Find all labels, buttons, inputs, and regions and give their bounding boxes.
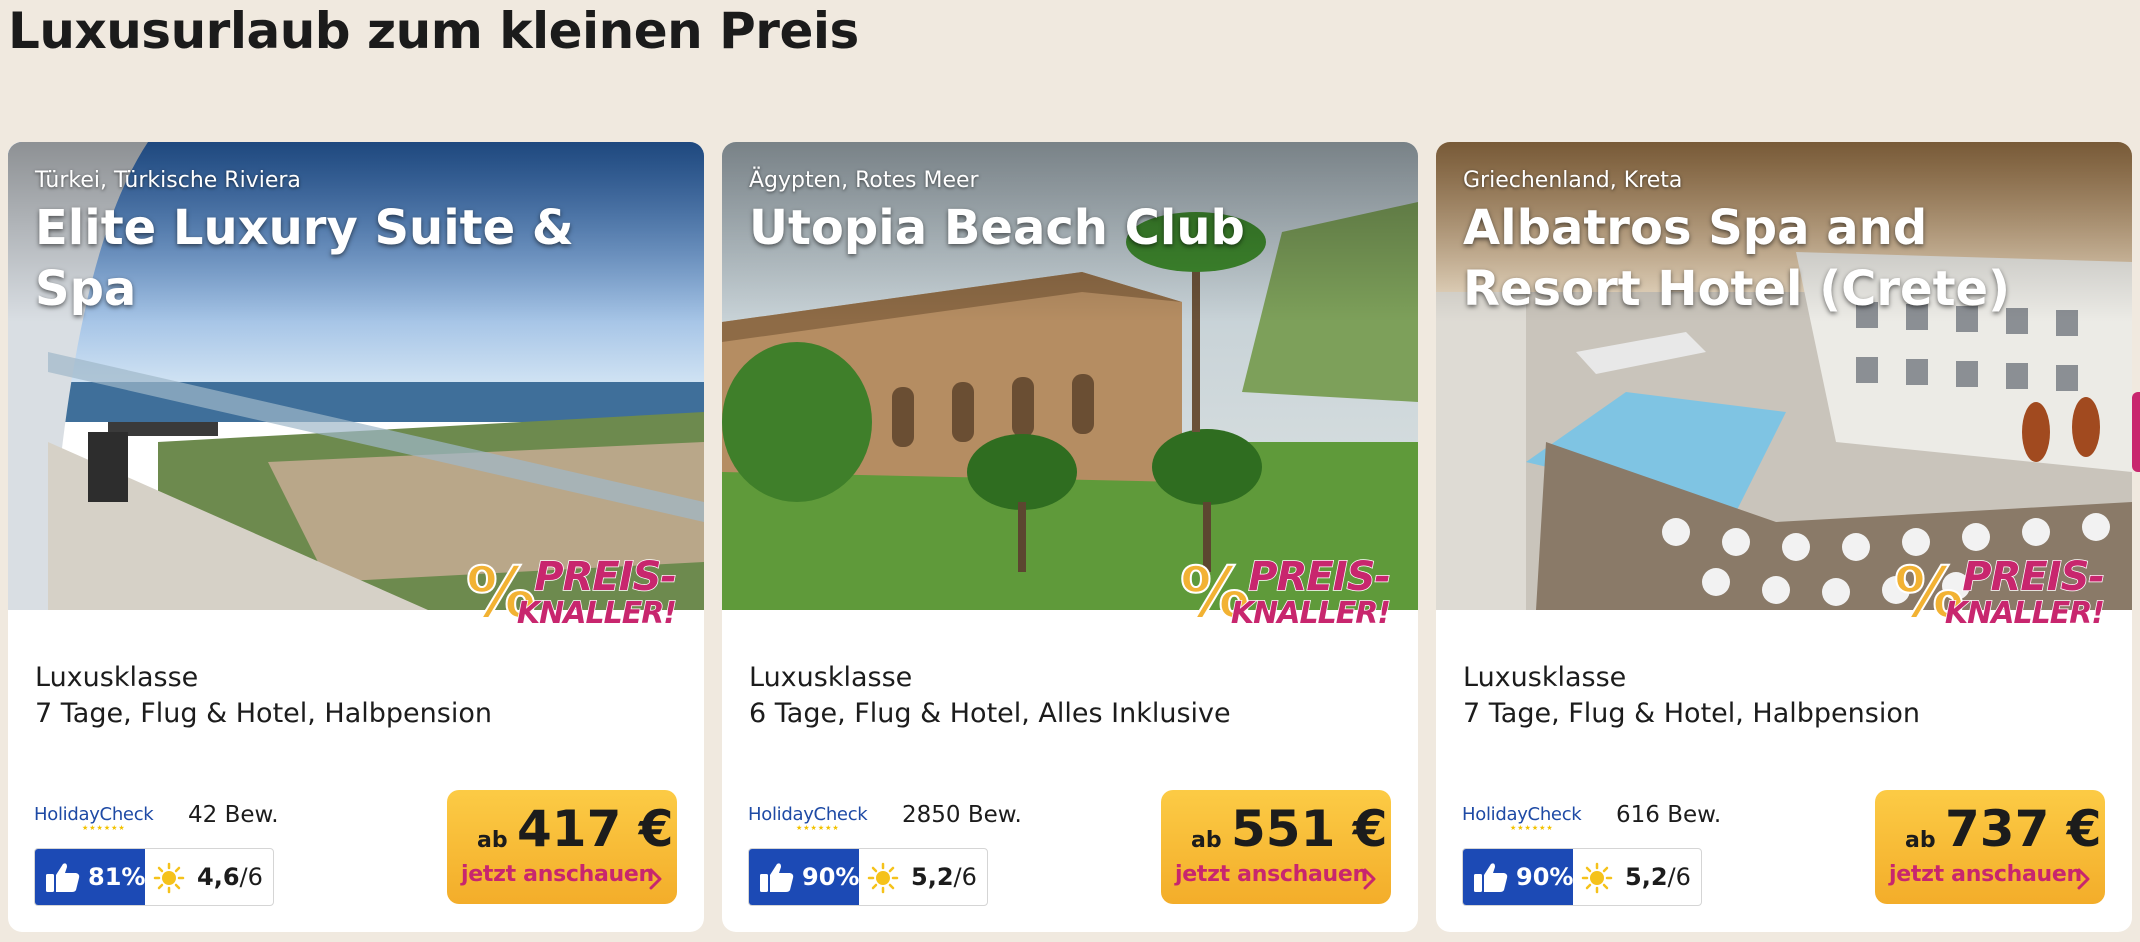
price: 551 € xyxy=(1231,800,1388,858)
sun-score: 5,2/6 xyxy=(1625,863,1691,891)
review-count: 42 Bew. xyxy=(188,802,279,828)
rating-box[interactable]: 81% 4,6/6 xyxy=(34,848,274,906)
preisknaller-badge: % PREIS- KNALLER! xyxy=(465,551,678,635)
hotel-image[interactable]: Türkei, Türkische Riviera Elite Luxury S… xyxy=(8,142,704,610)
recommendation-rate: 90% xyxy=(1463,849,1573,905)
hotel-location: Ägypten, Rotes Meer xyxy=(749,168,979,193)
offer-card[interactable]: Griechenland, Kreta Albatros Spa and Res… xyxy=(1436,142,2132,932)
price-button[interactable]: ab 417 € jetzt anschauen xyxy=(447,790,677,904)
sun-icon xyxy=(867,862,899,894)
rating-box[interactable]: 90% 5,2/6 xyxy=(1462,848,1702,906)
hotel-name[interactable]: Elite Luxury Suite & Spa xyxy=(35,198,675,320)
recommendation-rate: 81% xyxy=(35,849,145,905)
hotel-image[interactable]: Ägypten, Rotes Meer Utopia Beach Club xyxy=(722,142,1418,610)
sun-icon xyxy=(153,862,185,894)
chevron-right-icon xyxy=(649,868,662,890)
holidaycheck-logo: HolidayCheck ★★★★★★ xyxy=(748,804,868,832)
sun-icon xyxy=(1581,862,1613,894)
rating-box[interactable]: 90% 5,2/6 xyxy=(748,848,988,906)
trip-info: 7 Tage, Flug & Hotel, Halbpension xyxy=(1463,698,1920,729)
page-title: Luxusurlaub zum kleinen Preis xyxy=(8,2,859,60)
side-feedback-tab[interactable] xyxy=(2132,392,2140,472)
hotel-image[interactable]: Griechenland, Kreta Albatros Spa and Res… xyxy=(1436,142,2132,610)
chevron-right-icon xyxy=(2077,868,2090,890)
view-offer-link[interactable]: jetzt anschauen xyxy=(1175,862,1368,887)
preisknaller-badge: % PREIS- KNALLER! xyxy=(1179,551,1392,635)
hotel-location: Griechenland, Kreta xyxy=(1463,168,1683,193)
hotel-category: Luxusklasse xyxy=(749,662,913,693)
price-button[interactable]: ab 551 € jetzt anschauen xyxy=(1161,790,1391,904)
preisknaller-badge: % PREIS- KNALLER! xyxy=(1893,551,2106,635)
trip-info: 7 Tage, Flug & Hotel, Halbpension xyxy=(35,698,492,729)
hotel-name[interactable]: Albatros Spa and Resort Hotel (Crete) xyxy=(1463,198,2103,320)
chevron-right-icon xyxy=(1363,868,1376,890)
recommendation-rate: 90% xyxy=(749,849,859,905)
offer-card[interactable]: Ägypten, Rotes Meer Utopia Beach Club % … xyxy=(722,142,1418,932)
hotel-category: Luxusklasse xyxy=(1463,662,1627,693)
price: 737 € xyxy=(1945,800,2102,858)
hotel-category: Luxusklasse xyxy=(35,662,199,693)
view-offer-link[interactable]: jetzt anschauen xyxy=(1889,862,2082,887)
holidaycheck-logo: HolidayCheck ★★★★★★ xyxy=(1462,804,1582,832)
thumbs-up-icon xyxy=(46,863,80,892)
view-offer-link[interactable]: jetzt anschauen xyxy=(461,862,654,887)
hotel-name[interactable]: Utopia Beach Club xyxy=(749,198,1389,259)
thumbs-up-icon xyxy=(760,863,794,892)
review-count: 616 Bew. xyxy=(1616,802,1722,828)
holidaycheck-logo: HolidayCheck ★★★★★★ xyxy=(34,804,154,832)
offer-card[interactable]: Türkei, Türkische Riviera Elite Luxury S… xyxy=(8,142,704,932)
hotel-location: Türkei, Türkische Riviera xyxy=(35,168,301,193)
price: 417 € xyxy=(517,800,674,858)
trip-info: 6 Tage, Flug & Hotel, Alles Inklusive xyxy=(749,698,1231,729)
price-button[interactable]: ab 737 € jetzt anschauen xyxy=(1875,790,2105,904)
thumbs-up-icon xyxy=(1474,863,1508,892)
offer-carousel: Türkei, Türkische Riviera Elite Luxury S… xyxy=(8,142,2133,932)
review-count: 2850 Bew. xyxy=(902,802,1022,828)
sun-score: 5,2/6 xyxy=(911,863,977,891)
sun-score: 4,6/6 xyxy=(197,863,263,891)
